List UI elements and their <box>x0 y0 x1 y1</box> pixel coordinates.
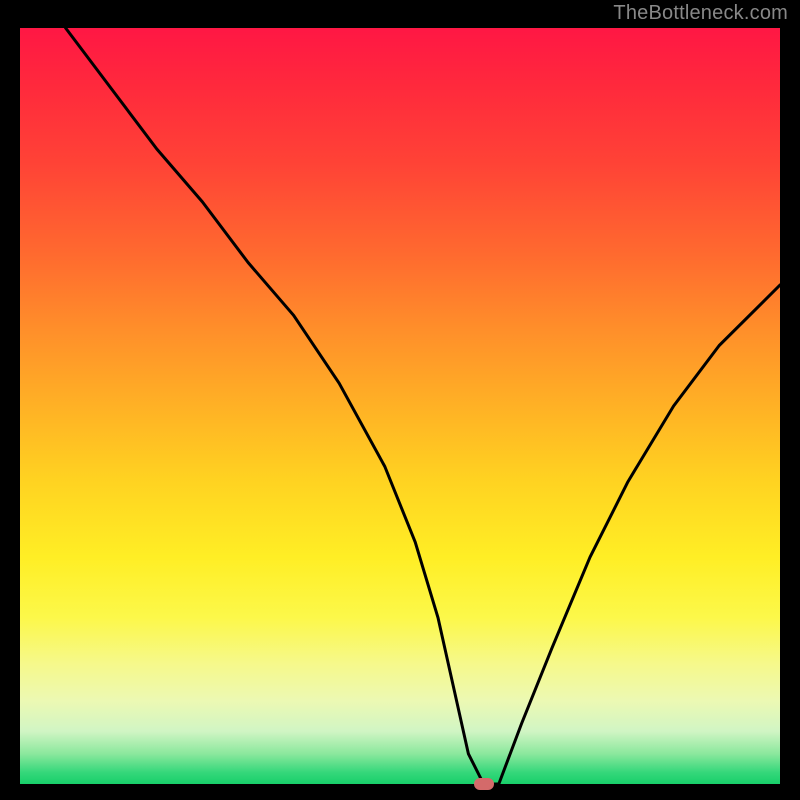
bottleneck-curve-path <box>66 28 780 784</box>
minimum-marker <box>474 778 494 790</box>
curve-svg <box>20 28 780 784</box>
chart-frame: TheBottleneck.com <box>0 0 800 800</box>
watermark-text: TheBottleneck.com <box>613 2 788 25</box>
plot-area <box>20 28 780 784</box>
